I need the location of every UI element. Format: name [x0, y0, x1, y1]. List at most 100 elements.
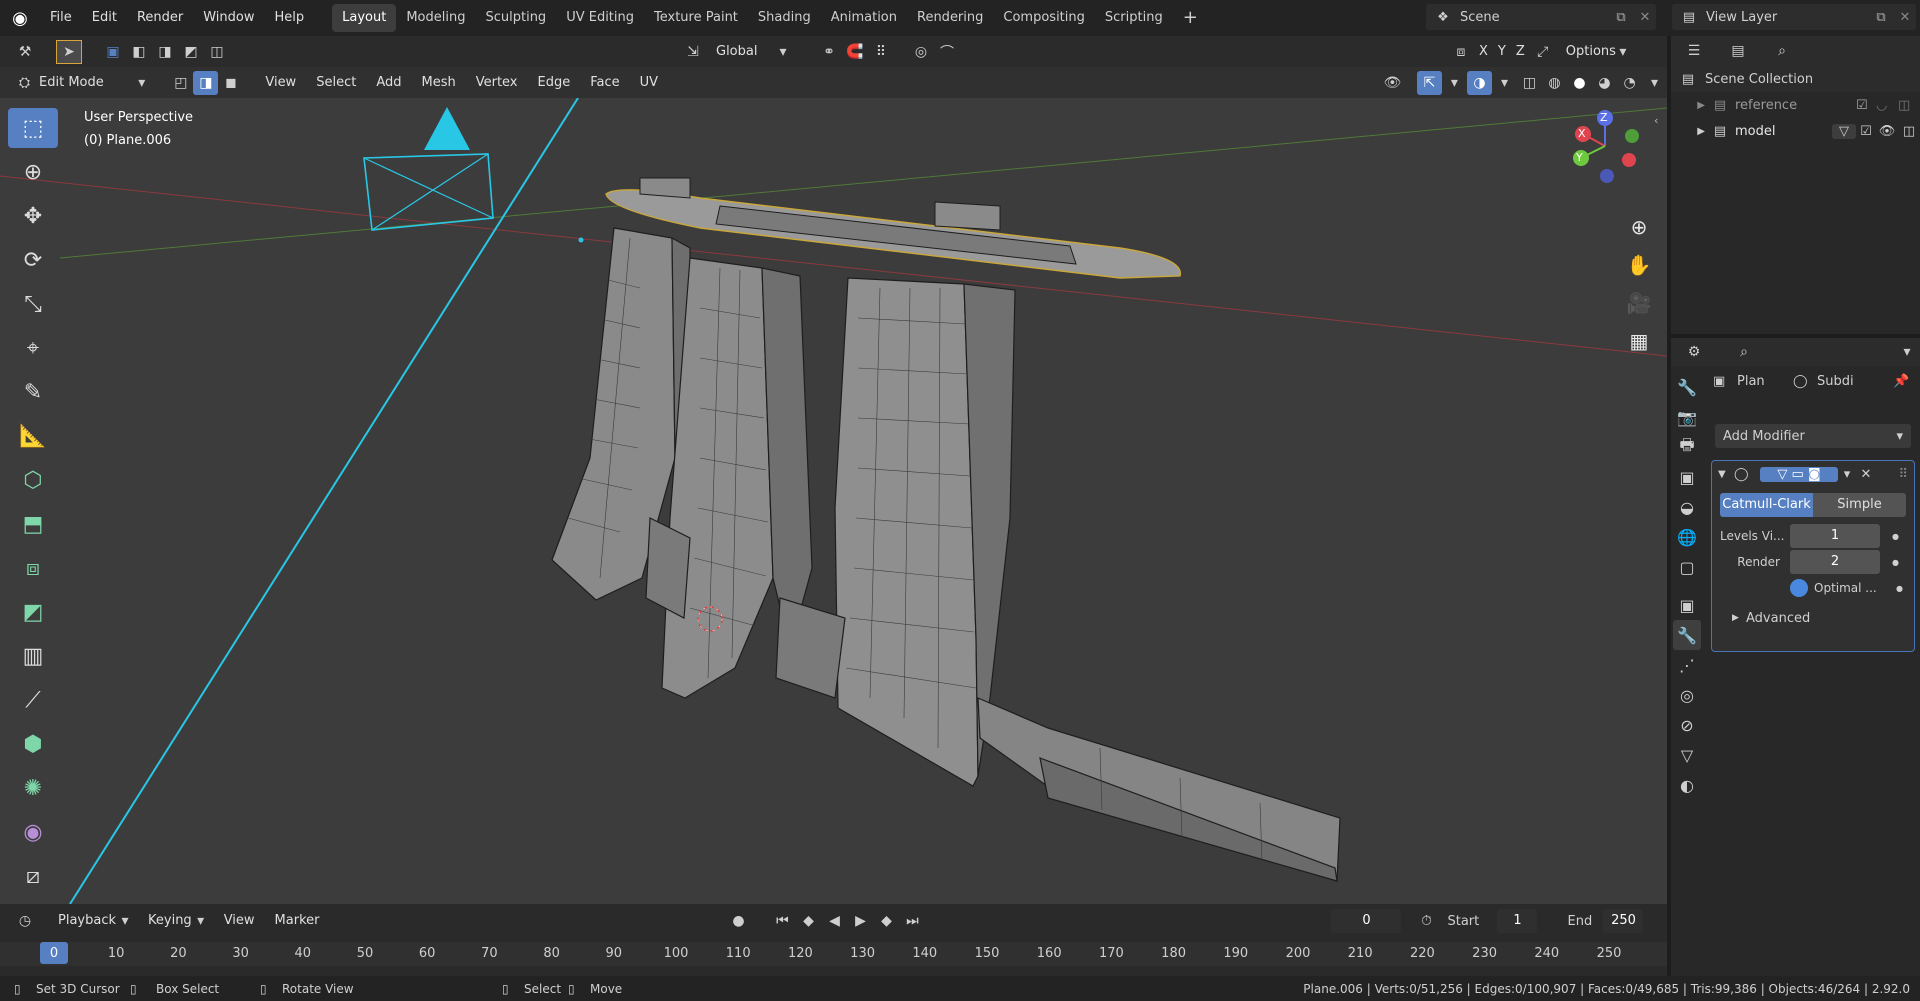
knife-tool-icon[interactable]: ⟋ — [8, 680, 58, 720]
menu-timeline-view[interactable]: View — [214, 909, 265, 933]
menu-marker[interactable]: Marker — [265, 909, 330, 933]
optimal-display-row[interactable]: Optimal ... ● — [1712, 575, 1914, 601]
tab-compositing[interactable]: Compositing — [993, 4, 1095, 32]
chevron-down-icon[interactable]: ▾ — [1838, 467, 1856, 482]
tab-scripting[interactable]: Scripting — [1095, 4, 1173, 32]
output-tab-icon[interactable]: 🖶 — [1673, 432, 1701, 462]
face-select-icon[interactable]: ◼ — [218, 71, 243, 95]
display-mode-icon[interactable]: ▤ — [1725, 39, 1751, 63]
exclude-checkbox-icon[interactable]: ☑ — [1856, 98, 1876, 113]
animate-dot-icon[interactable]: ● — [1892, 558, 1899, 567]
keyframe-record-icon[interactable]: ● — [725, 909, 751, 933]
pan-hand-icon[interactable]: ✋ — [1622, 248, 1656, 282]
timeline-editor-type-icon[interactable]: ◷ — [12, 909, 38, 933]
menu-file[interactable]: File — [40, 0, 82, 36]
material-shading-icon[interactable]: ◕ — [1592, 71, 1617, 95]
bevel-tool-icon[interactable]: ◩ — [8, 592, 58, 632]
properties-editor-icon[interactable]: ⚙ — [1681, 340, 1707, 364]
collection-tab-icon[interactable]: ▢ — [1673, 552, 1701, 582]
render-levels-field[interactable]: 2 — [1790, 550, 1880, 574]
frame-ruler[interactable]: 0 10 20 30 40 50 60 70 80 90 100 110 120 130 140 150 160… — [0, 942, 1667, 966]
extrude-tool-icon[interactable]: ⬒ — [8, 504, 58, 544]
spin-tool-icon[interactable]: ✺ — [8, 768, 58, 808]
mesh-data-icon[interactable]: ▽ — [1832, 123, 1856, 139]
rotate-tool-icon[interactable]: ⟳ — [8, 240, 58, 280]
select-tool-active-icon[interactable]: ➤ — [56, 39, 82, 64]
menu-uv[interactable]: UV — [630, 71, 668, 95]
menu-mesh[interactable]: Mesh — [411, 71, 465, 95]
annotate-tool-icon[interactable]: ✎ — [8, 372, 58, 412]
menu-render[interactable]: Render — [127, 0, 193, 36]
tab-modeling[interactable]: Modeling — [396, 4, 475, 32]
editor-type-icon[interactable]: ⛭ — [12, 71, 37, 95]
tool-tab-icon[interactable]: 🔧 — [1673, 372, 1701, 402]
collapse-arrow-icon[interactable]: ▼ — [1718, 469, 1734, 480]
optimal-display-checkbox[interactable] — [1790, 579, 1808, 597]
end-frame-field[interactable]: 250 — [1603, 909, 1644, 933]
camera-object[interactable] — [363, 107, 494, 231]
outliner-editor-icon[interactable]: ☰ — [1681, 39, 1707, 63]
tab-animation[interactable]: Animation — [821, 4, 907, 32]
sidebar-toggle-icon[interactable]: ‹ — [1654, 114, 1658, 127]
tab-uv-editing[interactable]: UV Editing — [556, 4, 644, 32]
mesh-model[interactable] — [551, 227, 1341, 882]
current-frame-field[interactable]: 0 — [1331, 909, 1402, 933]
ortho-grid-icon[interactable]: ▦ — [1622, 324, 1656, 358]
move-tool-icon[interactable]: ✥ — [8, 196, 58, 236]
modifier-display-toggles[interactable]: ▽ ▭ ◙ — [1760, 466, 1838, 482]
empty-point[interactable] — [578, 237, 584, 243]
outliner-scene-collection[interactable]: ▤ Scene Collection — [1671, 66, 1920, 92]
proportional-edit-icon[interactable]: ◎ — [908, 40, 934, 64]
auto-merge-icon[interactable]: ⤢ — [1530, 40, 1556, 64]
snap-toggle-icon[interactable]: 🧲 — [842, 40, 868, 64]
jump-next-key-icon[interactable]: ◆ — [873, 909, 899, 933]
shear-tool-icon[interactable]: ⧄ — [8, 856, 58, 896]
loop-cut-tool-icon[interactable]: ▥ — [8, 636, 58, 676]
remove-scene-icon[interactable]: ✕ — [1634, 10, 1656, 25]
physics-tab-icon[interactable]: ◎ — [1673, 680, 1701, 710]
tab-rendering[interactable]: Rendering — [907, 4, 993, 32]
add-workspace-button[interactable]: + — [1173, 4, 1208, 32]
jump-prev-key-icon[interactable]: ◆ — [795, 909, 821, 933]
mirror-icon[interactable]: ⧈ — [1448, 40, 1474, 64]
measure-tool-icon[interactable]: 📐 — [8, 416, 58, 456]
animate-dot-icon[interactable]: ● — [1896, 584, 1903, 593]
snap-target-icon[interactable]: ⠿ — [868, 40, 894, 64]
data-tab-icon[interactable]: ▽ — [1673, 740, 1701, 770]
rendered-shading-icon[interactable]: ◔ — [1617, 71, 1642, 95]
new-scene-icon[interactable]: ⧉ — [1608, 10, 1634, 25]
hidden-eye-icon[interactable]: ◡ — [1876, 98, 1898, 113]
mirror-x-toggle[interactable]: X — [1474, 40, 1493, 64]
menu-add[interactable]: Add — [366, 71, 411, 95]
edge-select-icon[interactable]: ◨ — [193, 70, 219, 95]
chevron-down-icon[interactable]: ▾ — [1642, 71, 1667, 95]
remove-modifier-icon[interactable]: ✕ — [1856, 467, 1876, 482]
jump-end-icon[interactable]: ⏭ — [899, 909, 925, 933]
catmull-clark-button[interactable]: Catmull-Clark — [1720, 493, 1813, 517]
chevron-down-icon[interactable]: ▾ — [1894, 340, 1920, 364]
modifier-tab-icon[interactable]: 🔧 — [1673, 620, 1701, 650]
tab-shading[interactable]: Shading — [748, 4, 821, 32]
simple-button[interactable]: Simple — [1813, 493, 1906, 517]
menu-select[interactable]: Select — [306, 71, 366, 95]
overlays-toggle-icon[interactable]: ◑ — [1466, 70, 1492, 95]
menu-help[interactable]: Help — [265, 0, 315, 36]
object-tab-icon[interactable]: ▣ — [1673, 590, 1701, 620]
extend-select-mode-icon[interactable]: ◧ — [126, 40, 152, 64]
poly-build-tool-icon[interactable]: ⬢ — [8, 724, 58, 764]
constraints-tab-icon[interactable]: ⊘ — [1673, 710, 1701, 740]
mirror-y-toggle[interactable]: Y — [1493, 40, 1511, 64]
intersect-select-mode-icon[interactable]: ◫ — [204, 40, 230, 64]
pin-icon[interactable]: 📌 — [1893, 374, 1913, 389]
stopwatch-icon[interactable]: ⏱ — [1413, 909, 1439, 933]
material-tab-icon[interactable]: ◐ — [1673, 770, 1701, 800]
inset-tool-icon[interactable]: ⧈ — [8, 548, 58, 588]
tool-settings-icon[interactable]: ⚒ — [12, 40, 38, 64]
blender-logo-icon[interactable]: ◉ — [0, 0, 40, 36]
menu-window[interactable]: Window — [193, 0, 264, 36]
xray-toggle-icon[interactable]: ◫ — [1517, 71, 1542, 95]
mirror-z-toggle[interactable]: Z — [1511, 40, 1530, 64]
levels-viewport-field[interactable]: 1 — [1790, 524, 1880, 548]
particles-tab-icon[interactable]: ⋰ — [1673, 650, 1701, 680]
add-modifier-dropdown[interactable]: Add Modifier ▾ — [1715, 424, 1911, 448]
